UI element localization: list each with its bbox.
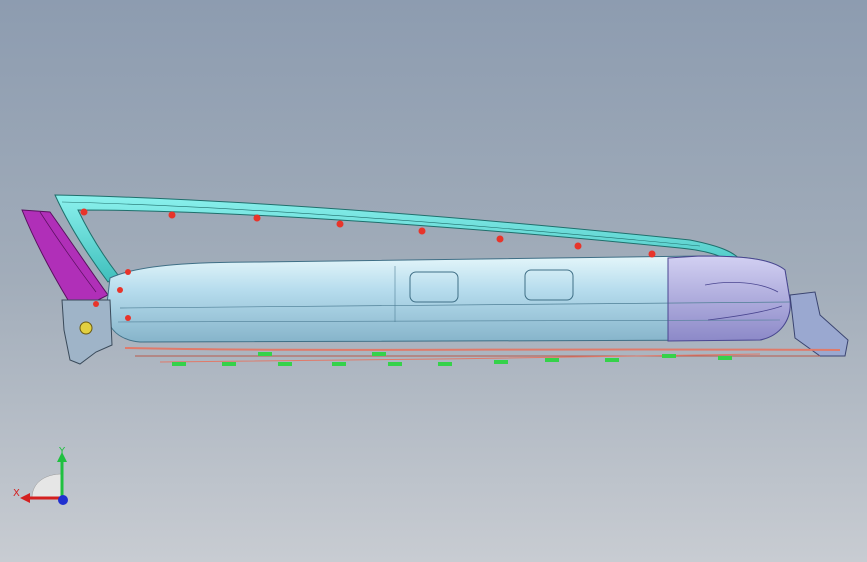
cad-model-view[interactable] — [0, 0, 867, 562]
left-mount[interactable] — [61, 299, 113, 365]
3d-viewport[interactable]: Y X — [0, 0, 867, 562]
main-body[interactable] — [105, 255, 791, 343]
right-mount[interactable] — [789, 291, 849, 357]
x-axis-label: X — [13, 488, 20, 499]
wire-harness[interactable] — [124, 347, 841, 363]
y-axis-label: Y — [58, 446, 66, 457]
z-axis-marker — [58, 495, 68, 505]
coordinate-triad: Y X — [12, 440, 82, 510]
